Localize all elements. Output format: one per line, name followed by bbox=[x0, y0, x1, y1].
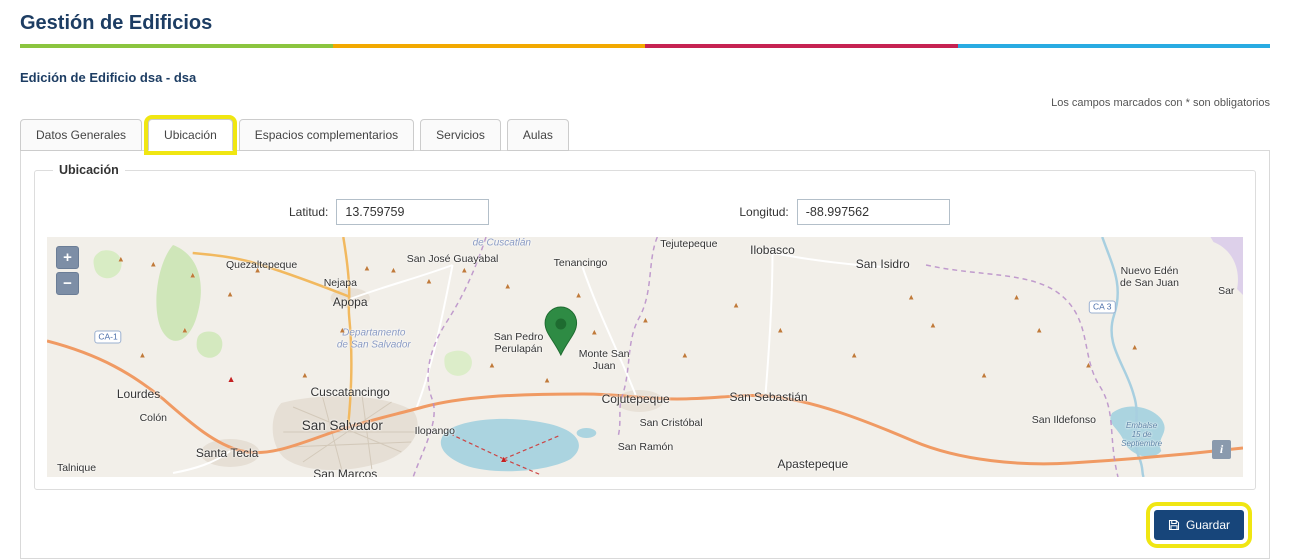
tab-content-panel: Ubicación Latitud: Longitud: bbox=[20, 150, 1270, 559]
progress-bar bbox=[20, 44, 1270, 48]
save-button-label: Guardar bbox=[1186, 518, 1230, 532]
road-badge: CA 3 bbox=[1089, 301, 1115, 314]
progress-bar-segment bbox=[20, 44, 333, 48]
zoom-in-button[interactable]: + bbox=[56, 246, 79, 269]
latitude-input[interactable] bbox=[336, 199, 489, 225]
progress-bar-segment bbox=[958, 44, 1271, 48]
required-fields-note: Los campos marcados con * son obligatori… bbox=[20, 97, 1270, 109]
save-icon bbox=[1168, 519, 1180, 531]
progress-bar-segment bbox=[645, 44, 958, 48]
fieldset-legend: Ubicación bbox=[53, 163, 125, 177]
tab-aulas[interactable]: Aulas bbox=[507, 119, 569, 151]
page-title: Gestión de Edificios bbox=[20, 0, 1270, 44]
road-badge: CA-1 bbox=[94, 331, 121, 344]
map-info-button[interactable]: i bbox=[1212, 440, 1231, 459]
zoom-controls: + − bbox=[56, 246, 79, 295]
tab-ubicacion[interactable]: Ubicación bbox=[148, 119, 233, 151]
coordinates-row: Latitud: Longitud: bbox=[47, 199, 1243, 225]
map-marker bbox=[545, 307, 576, 355]
page-subtitle: Edición de Edificio dsa - dsa bbox=[20, 70, 1270, 85]
latitude-group: Latitud: bbox=[289, 199, 489, 225]
zoom-out-button[interactable]: − bbox=[56, 272, 79, 295]
tab-datos-generales[interactable]: Datos Generales bbox=[20, 119, 142, 151]
longitude-label: Longitud: bbox=[739, 205, 788, 219]
map[interactable]: de CuscatlánTejutepequeIlobascoSan Isidr… bbox=[47, 237, 1243, 477]
map-graphics bbox=[47, 237, 1243, 477]
longitude-group: Longitud: bbox=[739, 199, 949, 225]
save-row: Guardar bbox=[34, 510, 1256, 540]
tab-bar: Datos GeneralesUbicaciónEspacios complem… bbox=[20, 119, 1270, 150]
latitude-label: Latitud: bbox=[289, 205, 328, 219]
save-button[interactable]: Guardar bbox=[1154, 510, 1244, 540]
longitude-input[interactable] bbox=[797, 199, 950, 225]
tab-servicios[interactable]: Servicios bbox=[420, 119, 501, 151]
ubicacion-fieldset: Ubicación Latitud: Longitud: bbox=[34, 163, 1256, 490]
tab-espacios-complementarios[interactable]: Espacios complementarios bbox=[239, 119, 414, 151]
progress-bar-segment bbox=[333, 44, 646, 48]
